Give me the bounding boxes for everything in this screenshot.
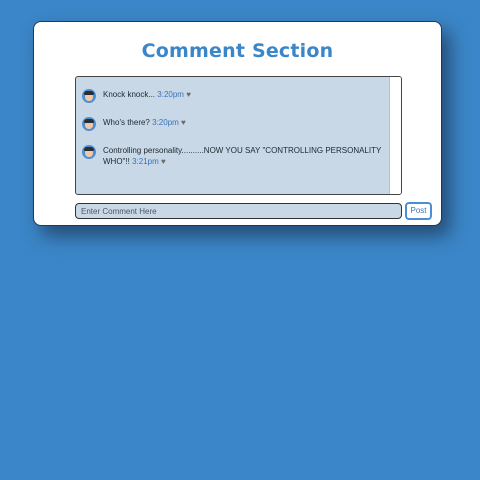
heart-icon[interactable]: ♥ xyxy=(186,90,191,99)
page-title: Comment Section xyxy=(141,40,334,62)
comment-time: 3:20pm xyxy=(157,90,184,99)
avatar-icon xyxy=(82,89,96,103)
heart-icon[interactable]: ♥ xyxy=(161,157,166,166)
avatar-icon xyxy=(82,145,96,159)
comment-text: Knock knock... xyxy=(103,90,156,99)
comment-item: Who's there? 3:20pm ♥ xyxy=(82,117,385,131)
avatar-icon xyxy=(82,117,96,131)
comment-text-wrap: Controlling personality..........NOW YOU… xyxy=(103,145,385,167)
comment-item: Controlling personality..........NOW YOU… xyxy=(82,145,385,167)
comment-list[interactable]: Knock knock... 3:20pm ♥ Who's there? 3:2… xyxy=(75,76,402,195)
post-button[interactable]: Post xyxy=(405,202,432,220)
comment-text: Who's there? xyxy=(103,118,150,127)
comment-item: Knock knock... 3:20pm ♥ xyxy=(82,89,385,103)
scrollbar[interactable] xyxy=(389,77,401,194)
comment-input[interactable] xyxy=(75,203,402,219)
comment-text-wrap: Who's there? 3:20pm ♥ xyxy=(103,117,186,128)
heart-icon[interactable]: ♥ xyxy=(181,118,186,127)
comment-time: 3:21pm xyxy=(132,157,159,166)
comment-text-wrap: Knock knock... 3:20pm ♥ xyxy=(103,89,191,100)
comment-card: Comment Section Knock knock... 3:20pm ♥ … xyxy=(33,21,442,226)
comment-time: 3:20pm xyxy=(152,118,179,127)
